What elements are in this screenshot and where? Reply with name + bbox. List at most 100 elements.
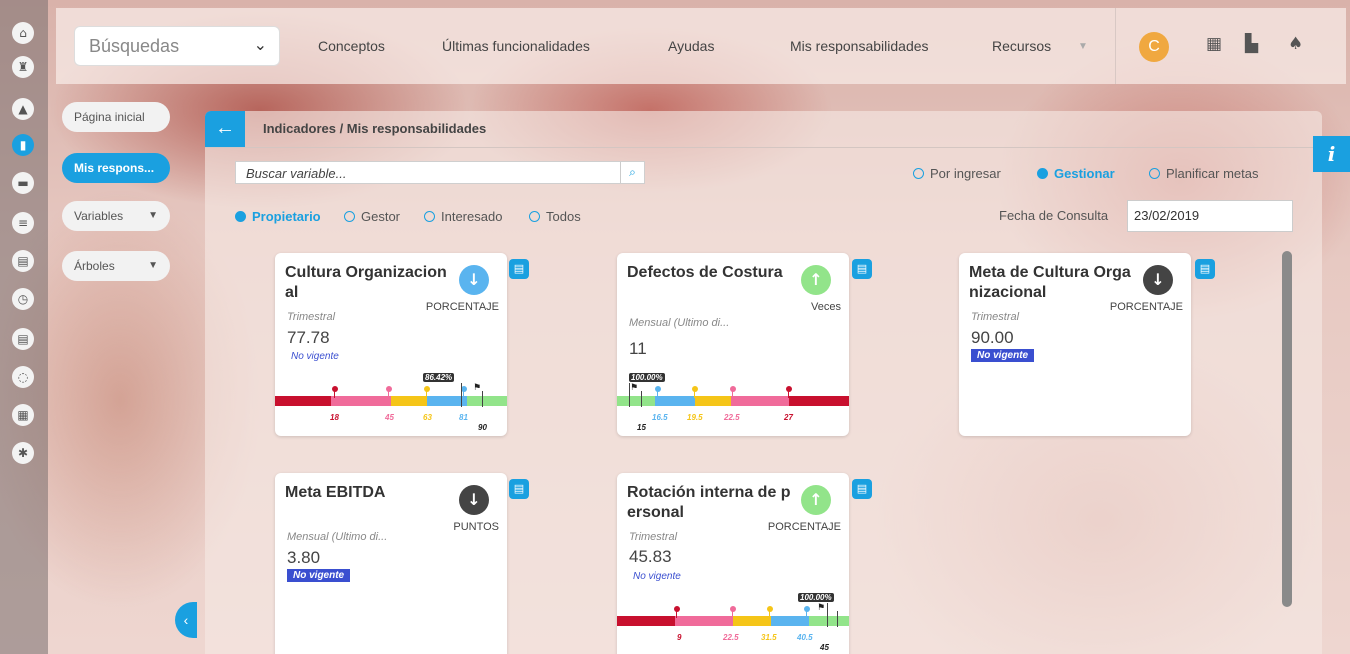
band-green — [467, 396, 507, 406]
threshold-pin — [424, 386, 430, 398]
comment-icon[interactable]: ▤ — [509, 259, 529, 279]
menu-variables[interactable]: Variables ▼ — [62, 201, 170, 231]
radio-por-ingresar[interactable]: Por ingresar — [913, 166, 1001, 181]
card-frequency: Trimestral — [287, 311, 336, 323]
achievement-flag: 100.00% — [629, 373, 665, 382]
scrollbar[interactable] — [1282, 251, 1292, 607]
menu-mis-responsabilidades[interactable]: Mis respons... — [62, 153, 170, 183]
card-frequency: Mensual (Ultimo di... — [629, 317, 730, 329]
threshold-pin — [655, 386, 661, 398]
gear-icon[interactable]: ✱ — [12, 442, 34, 464]
threshold-label: 90 — [478, 423, 487, 432]
radio-todos[interactable]: Todos — [529, 209, 581, 224]
checkered-flag-icon: ⚑ — [817, 603, 826, 613]
comment-icon[interactable]: ▤ — [509, 479, 529, 499]
threshold-pin — [674, 606, 680, 618]
menu-label: Página inicial — [74, 110, 145, 124]
menu-label: Variables — [74, 209, 124, 223]
cycle-icon[interactable]: ◌ — [12, 366, 34, 388]
band-red — [789, 396, 849, 406]
nav-ultimas-funcionalidades[interactable]: Últimas funcionalidades — [442, 38, 590, 54]
icon-rail: ⌂ ♜ ▲ ▮ ▬ ≡ ▤ ◷ ▤ ◌ ▦ ✱ — [0, 0, 48, 654]
radio-label: Todos — [546, 209, 581, 224]
bar-chart-icon[interactable]: ▮ — [12, 134, 34, 156]
card-value: 45.83 — [629, 547, 672, 566]
arrow-down-icon: ↓ — [459, 485, 489, 515]
achievement-flag: 86.42% — [423, 373, 455, 382]
clock-icon[interactable]: ◷ — [12, 288, 34, 310]
triangle-icon[interactable]: ▲ — [12, 98, 34, 120]
map-book-icon[interactable]: ▙ — [1245, 34, 1258, 54]
radio-label: Propietario — [252, 209, 321, 224]
indicator-card[interactable]: Cultura Organizacional ↓ PORCENTAJE Trim… — [275, 253, 507, 436]
radio-label: Gestor — [361, 209, 401, 224]
chevron-left-icon[interactable]: ‹ — [175, 602, 197, 638]
presentation-icon[interactable]: ▬ — [12, 172, 34, 194]
threshold-band — [617, 616, 849, 626]
nav-mis-responsabilidades[interactable]: Mis responsabilidades — [790, 38, 929, 54]
info-icon[interactable]: i — [1313, 136, 1350, 172]
threshold-label: 40.5 — [797, 633, 813, 642]
indicator-card[interactable]: Meta EBITDA ↓ PUNTOS Mensual (Ultimo di.… — [275, 473, 507, 654]
search-input[interactable]: Buscar variable... ⌕ — [235, 161, 645, 184]
card-unit: PORCENTAJE — [425, 301, 499, 313]
band-blue — [771, 616, 809, 626]
date-input[interactable]: 23/02/2019 — [1127, 200, 1293, 232]
radio-dot — [913, 168, 924, 179]
menu-pagina-inicial[interactable]: Página inicial — [62, 102, 170, 132]
arrow-up-icon: ↑ — [801, 265, 831, 295]
threshold-label: 45 — [820, 643, 829, 652]
bell-icon[interactable]: ♠ — [1288, 34, 1303, 54]
menu-label: Mis respons... — [74, 161, 155, 175]
indicator-card[interactable]: Meta de Cultura Organizacional ↓ PORCENT… — [959, 253, 1191, 436]
card-title: Rotación interna de personal — [627, 484, 791, 521]
checkered-flag-icon: ⚑ — [630, 383, 639, 393]
indicator-card[interactable]: Rotación interna de personal ↑ PORCENTAJ… — [617, 473, 849, 654]
card-unit: PUNTOS — [453, 521, 499, 533]
card-title: Meta de Cultura Organizacional — [969, 264, 1131, 301]
recursos-caret-icon[interactable]: ▼ — [1078, 41, 1088, 52]
card-title: Cultura Organizacional — [285, 264, 447, 301]
caret-down-icon: ▼ — [148, 260, 158, 271]
radio-label: Por ingresar — [930, 166, 1001, 181]
calendar-icon[interactable]: ▦ — [12, 404, 34, 426]
calendar-grid-icon[interactable]: ▦ — [1206, 34, 1222, 54]
caret-down-icon: ▼ — [148, 210, 158, 221]
nav-recursos[interactable]: Recursos — [992, 38, 1051, 54]
card-unit: Veces — [811, 301, 841, 313]
nav-conceptos[interactable]: Conceptos — [318, 38, 385, 54]
band-yellow — [391, 396, 427, 406]
threshold-label: 31.5 — [761, 633, 777, 642]
search-select[interactable]: Búsquedas ⌄ — [74, 26, 280, 66]
card-title: Defectos de Costura — [627, 264, 783, 281]
map-icon[interactable]: ▤ — [12, 250, 34, 272]
band-red — [275, 396, 331, 406]
threshold-label: 22.5 — [724, 413, 740, 422]
radio-gestor[interactable]: Gestor — [344, 209, 400, 224]
radio-planificar-metas[interactable]: Planificar metas — [1149, 166, 1258, 181]
nav-ayudas[interactable]: Ayudas — [668, 38, 714, 54]
home-icon[interactable]: ⌂ — [12, 22, 34, 44]
checkered-flag-icon: ⚑ — [473, 383, 482, 393]
arrow-up-icon: ↑ — [801, 485, 831, 515]
band-blue — [655, 396, 695, 406]
avatar[interactable]: C — [1139, 32, 1169, 62]
threshold-label: 22.5 — [723, 633, 739, 642]
document-icon[interactable]: ▤ — [12, 328, 34, 350]
radio-interesado[interactable]: Interesado — [424, 209, 502, 224]
radio-dot — [344, 211, 355, 222]
align-icon[interactable]: ≡ — [12, 212, 34, 234]
indicator-card[interactable]: Defectos de Costura ↑ Veces Mensual (Ult… — [617, 253, 849, 436]
search-icon[interactable]: ⌕ — [620, 162, 644, 183]
arrow-left-icon[interactable]: ← — [205, 111, 245, 147]
goal-marker — [641, 391, 642, 407]
threshold-label: 19.5 — [687, 413, 703, 422]
rook-icon[interactable]: ♜ — [12, 56, 34, 78]
radio-gestionar[interactable]: Gestionar — [1037, 166, 1115, 181]
comment-icon[interactable]: ▤ — [852, 259, 872, 279]
comment-icon[interactable]: ▤ — [852, 479, 872, 499]
menu-arboles[interactable]: Árboles ▼ — [62, 251, 170, 281]
date-label: Fecha de Consulta — [999, 208, 1109, 223]
radio-propietario[interactable]: Propietario — [235, 209, 321, 224]
comment-icon[interactable]: ▤ — [1195, 259, 1215, 279]
